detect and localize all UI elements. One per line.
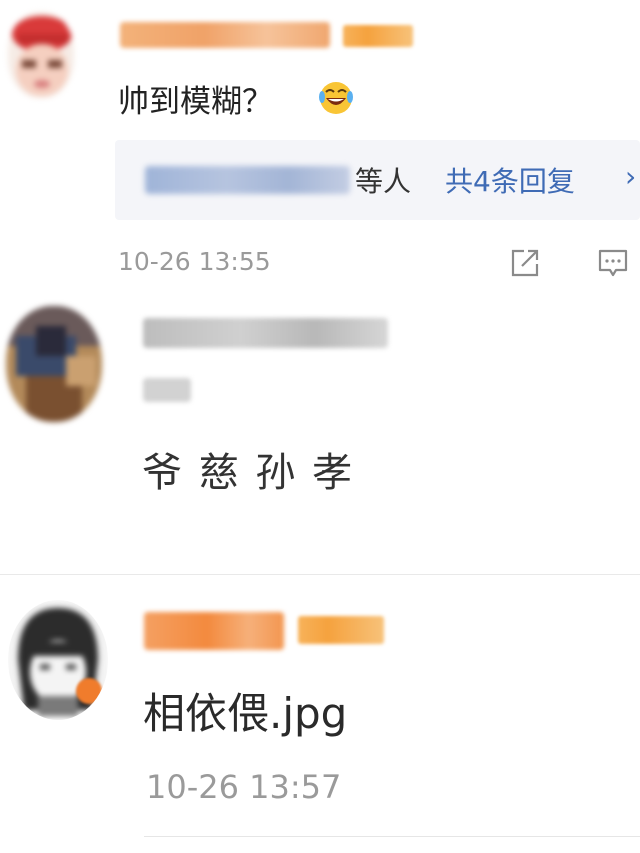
- comment-icon[interactable]: [596, 246, 630, 280]
- replies-preview[interactable]: 等人 共4条回复 ›: [115, 140, 640, 220]
- member-badge: [298, 616, 384, 644]
- replies-suffix: 等人: [355, 165, 412, 198]
- timestamp: 10-26 13:57: [146, 768, 342, 806]
- avatar[interactable]: [8, 12, 74, 98]
- post-time-blur: [143, 378, 191, 402]
- comment-text: 帅到模糊？: [118, 84, 273, 120]
- comment-text: 爷 慈 孙 孝: [142, 450, 355, 496]
- comment-list: 帅到模糊？ 等人 共4条回复 › 10-26 13:55 爷 慈 孙 孝 相依偎…: [0, 0, 640, 853]
- username[interactable]: [143, 318, 388, 348]
- divider: [144, 836, 640, 837]
- username[interactable]: [144, 612, 284, 650]
- comment-text: 相依偎.jpg: [143, 689, 348, 738]
- member-badge: [343, 25, 413, 47]
- divider: [0, 574, 640, 575]
- username[interactable]: [120, 22, 330, 48]
- replies-count-link[interactable]: 共4条回复: [445, 160, 575, 200]
- laughing-tears-icon: [318, 80, 354, 116]
- reply-usernames[interactable]: [145, 166, 350, 194]
- avatar[interactable]: [6, 306, 102, 422]
- share-icon[interactable]: [508, 246, 542, 280]
- verified-icon: [76, 678, 102, 704]
- timestamp: 10-26 13:55: [118, 247, 271, 276]
- avatar[interactable]: [8, 600, 108, 720]
- chevron-right-icon[interactable]: ›: [625, 160, 636, 193]
